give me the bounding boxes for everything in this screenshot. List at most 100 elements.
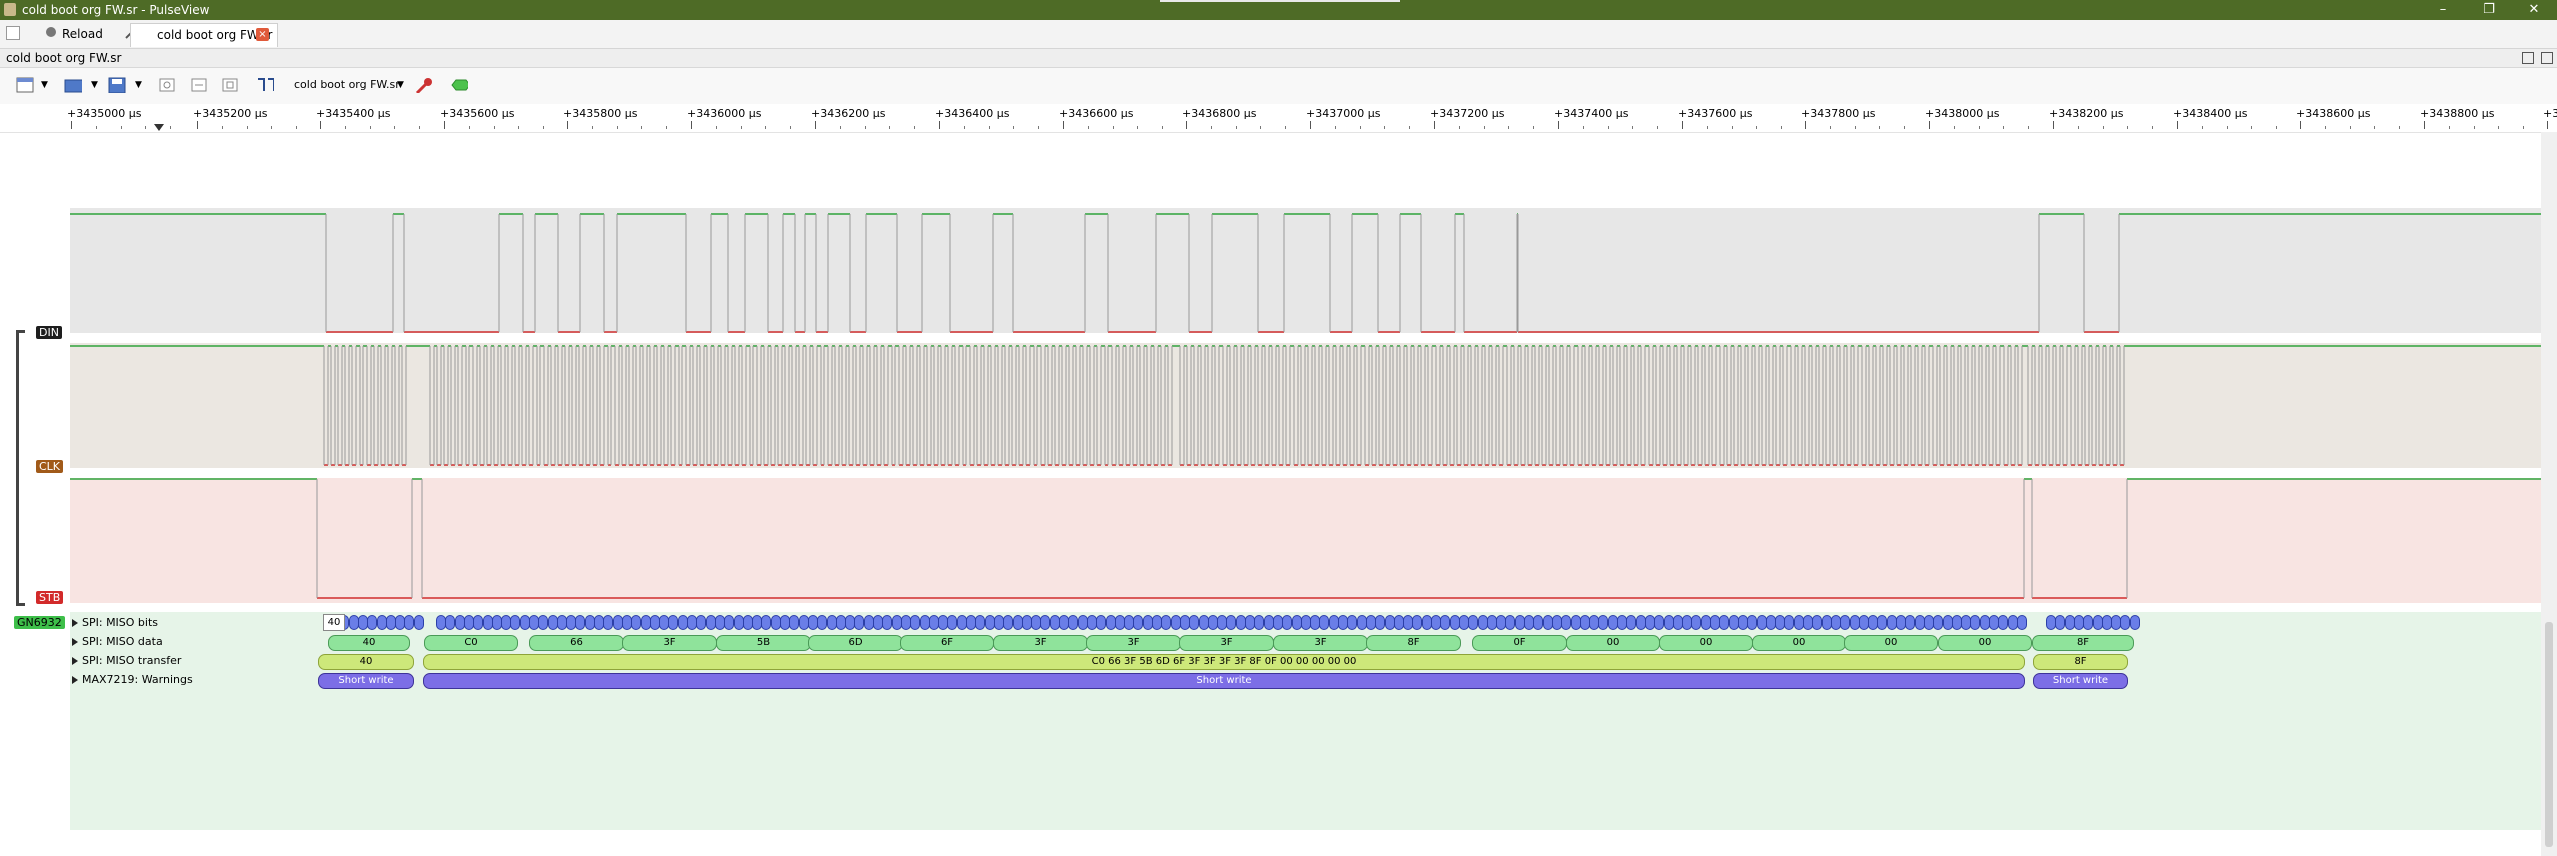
- annotation[interactable]: C0 66 3F 5B 6D 6F 3F 3F 3F 3F 8F 0F 00 0…: [423, 654, 2025, 670]
- bit-annotation[interactable]: [975, 615, 985, 630]
- channel-clk-label[interactable]: CLK: [36, 460, 64, 473]
- bit-annotation[interactable]: [404, 615, 414, 630]
- bit-annotation[interactable]: [1998, 615, 2008, 630]
- bit-annotation[interactable]: [603, 615, 613, 630]
- bit-annotation[interactable]: [1133, 615, 1143, 630]
- bit-annotation[interactable]: [1561, 615, 1571, 630]
- bit-annotation[interactable]: [1626, 615, 1636, 630]
- bit-annotation[interactable]: [2083, 615, 2093, 630]
- bit-annotation[interactable]: [538, 615, 548, 630]
- device-dropdown-icon[interactable]: ▼: [397, 80, 404, 90]
- bit-annotation[interactable]: [1905, 615, 1915, 630]
- annotation[interactable]: C0: [424, 635, 518, 651]
- bit-annotation[interactable]: [1505, 615, 1515, 630]
- zoom-fit-icon[interactable]: [221, 77, 239, 93]
- annotation[interactable]: 6D: [808, 635, 903, 651]
- expand-warnings-icon[interactable]: [72, 676, 78, 684]
- annotation[interactable]: Short write: [2033, 673, 2128, 689]
- bit-annotation[interactable]: [1003, 615, 1013, 630]
- bit-annotation[interactable]: [2130, 615, 2140, 630]
- bit-annotation[interactable]: [367, 615, 377, 630]
- channel-stb-label[interactable]: STB: [36, 591, 64, 604]
- annotation[interactable]: 5B: [716, 635, 811, 651]
- bit-annotation[interactable]: [1375, 615, 1385, 630]
- annotation[interactable]: 6F: [900, 635, 994, 651]
- channel-din-label[interactable]: DIN: [36, 326, 62, 339]
- bit-annotation[interactable]: [817, 615, 827, 630]
- close-window-button[interactable]: ✕: [2511, 0, 2557, 20]
- float-icon[interactable]: [2522, 52, 2534, 64]
- bit-annotation[interactable]: [1161, 615, 1171, 630]
- bit-annotation[interactable]: [1319, 615, 1329, 630]
- annotation[interactable]: Short write: [318, 673, 414, 689]
- minimize-button[interactable]: –: [2420, 0, 2466, 20]
- bit-annotation[interactable]: [696, 615, 706, 630]
- scrollbar-thumb[interactable]: [2545, 622, 2553, 847]
- open-dropdown-icon[interactable]: ▼: [91, 80, 98, 90]
- new-session-icon[interactable]: [6, 26, 20, 40]
- annotation[interactable]: 3F: [1179, 635, 1274, 651]
- annotation[interactable]: 00: [1659, 635, 1753, 651]
- bit-annotation[interactable]: [1040, 615, 1050, 630]
- annotation[interactable]: Short write: [423, 673, 2025, 689]
- open-icon[interactable]: [64, 77, 82, 93]
- bit-annotation[interactable]: [1096, 615, 1106, 630]
- bit-annotation[interactable]: [1412, 615, 1422, 630]
- vertical-scrollbar[interactable]: [2541, 132, 2557, 856]
- bit-annotation[interactable]: [631, 615, 641, 630]
- bit-annotation[interactable]: [1691, 615, 1701, 630]
- device-selector[interactable]: cold boot org FW.sr: [294, 78, 400, 91]
- maximize-button[interactable]: ❐: [2466, 0, 2512, 20]
- bit-annotation[interactable]: [1598, 615, 1608, 630]
- bit-annotation[interactable]: [854, 615, 864, 630]
- annotation[interactable]: 3F: [1086, 635, 1181, 651]
- bit-annotation[interactable]: [1468, 615, 1478, 630]
- bit-annotation[interactable]: [947, 615, 957, 630]
- annotation[interactable]: 8F: [1366, 635, 1461, 651]
- bit-annotation[interactable]: [724, 615, 734, 630]
- bit-annotation[interactable]: [1784, 615, 1794, 630]
- bit-annotation[interactable]: [1068, 615, 1078, 630]
- zoom-in-icon[interactable]: [158, 77, 176, 93]
- annotation[interactable]: 8F: [2033, 654, 2128, 670]
- decoder-label[interactable]: GN6932: [14, 616, 65, 629]
- annotation[interactable]: 00: [1566, 635, 1660, 651]
- bit-annotation[interactable]: [1654, 615, 1664, 630]
- zoom-out-icon[interactable]: [190, 77, 208, 93]
- bit-annotation[interactable]: [882, 615, 892, 630]
- bit-annotation[interactable]: [510, 615, 520, 630]
- save-dropdown-icon[interactable]: ▼: [135, 80, 142, 90]
- annotation[interactable]: 00: [1844, 635, 1938, 651]
- cursor-icon[interactable]: [256, 77, 274, 93]
- close-panel-icon[interactable]: [2541, 52, 2553, 64]
- expand-data-icon[interactable]: [72, 638, 78, 646]
- bit-annotation[interactable]: [2017, 615, 2027, 630]
- expand-transfer-icon[interactable]: [72, 657, 78, 665]
- bit-annotation[interactable]: [1719, 615, 1729, 630]
- annotation[interactable]: 66: [529, 635, 624, 651]
- time-ruler[interactable]: +3435000 µs +3435200 µs +3435400 µs +343560…: [0, 104, 2557, 133]
- bit-annotation[interactable]: [1189, 615, 1199, 630]
- probe-icon[interactable]: [414, 77, 432, 93]
- bit-annotation[interactable]: [2120, 615, 2130, 630]
- bit-annotation[interactable]: [910, 615, 920, 630]
- tab-session[interactable]: cold boot org FW.sr ×: [130, 23, 278, 47]
- annotation[interactable]: 40: [318, 654, 414, 670]
- bit-annotation[interactable]: [1933, 615, 1943, 630]
- decoder-icon[interactable]: [450, 77, 468, 93]
- bit-annotation[interactable]: [761, 615, 771, 630]
- bit-annotation[interactable]: [789, 615, 799, 630]
- bit-annotation[interactable]: [1812, 615, 1822, 630]
- bit-annotation[interactable]: [1877, 615, 1887, 630]
- bit-annotation[interactable]: [2055, 615, 2065, 630]
- annotation[interactable]: 00: [1938, 635, 2032, 651]
- bit-annotation[interactable]: [1254, 615, 1264, 630]
- annotation[interactable]: 0F: [1472, 635, 1567, 651]
- new-icon[interactable]: [16, 77, 34, 93]
- bit-annotation[interactable]: [1282, 615, 1292, 630]
- bit-annotation[interactable]: [1533, 615, 1543, 630]
- save-icon[interactable]: [108, 77, 126, 93]
- bit-annotation[interactable]: [1840, 615, 1850, 630]
- annotation[interactable]: 40: [328, 635, 410, 651]
- new-dropdown-icon[interactable]: ▼: [41, 80, 48, 90]
